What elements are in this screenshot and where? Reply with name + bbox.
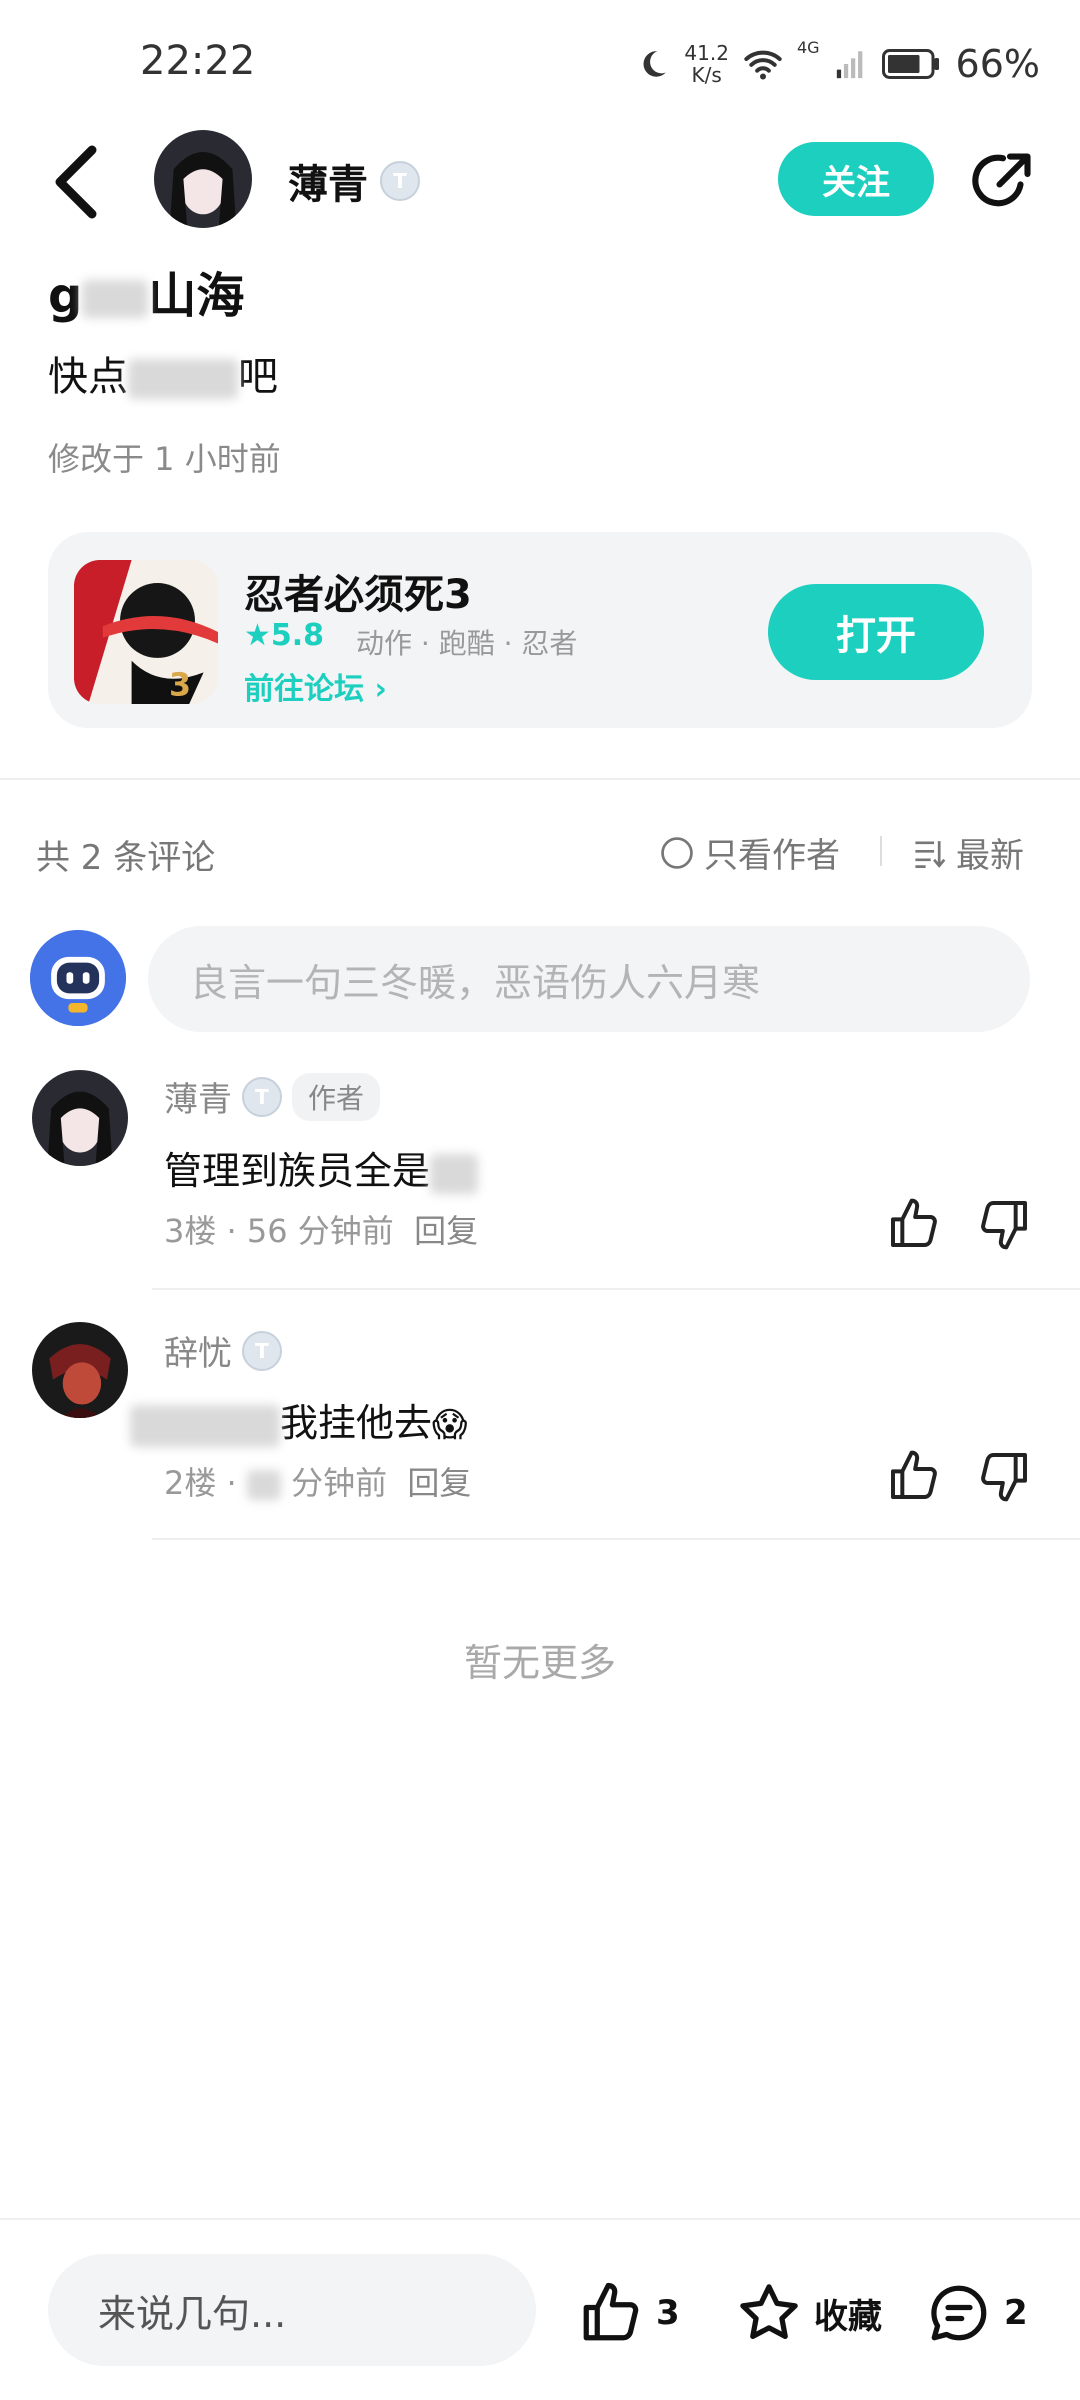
post-body: 快点吧 [48,354,278,400]
status-icons: 41.2 K/s 4G 66% [636,38,1040,90]
reply-button[interactable]: 回复 [414,1212,478,1250]
comment-author[interactable]: 辞忧 T [164,1326,282,1375]
chevron-right-icon: › [374,672,387,707]
share-icon[interactable] [968,146,1038,216]
wifi-icon [744,50,782,80]
game-name[interactable]: 忍者必须死3 [244,562,472,620]
battery-percent: 66% [955,42,1040,86]
post-modified-time: 修改于 1 小时前 [48,440,281,478]
comment-text: 管理到族员全是 [164,1140,479,1195]
moon-icon [643,51,667,77]
say-something-input[interactable]: 来说几句... [48,2254,536,2366]
svg-text:3: 3 [169,667,191,703]
reply-button[interactable]: 回复 [407,1464,471,1502]
status-time: 22:22 [140,38,256,84]
battery-icon [881,49,939,79]
sort-toggle[interactable]: 最新 [912,828,1024,877]
post-title: g 山海 [48,268,245,324]
comment-avatar[interactable] [32,1070,128,1166]
signal-type: 4G [796,38,820,57]
comment-text: 我挂他去😱 [130,1392,467,1447]
thumbs-down-icon[interactable] [976,1448,1032,1504]
comment-divider [152,1288,1080,1290]
comment-meta: 3楼 · 56 分钟前 回复 [164,1212,479,1250]
no-more-text: 暂无更多 [463,1641,616,1685]
author-avatar[interactable] [154,130,252,228]
thumbs-up-icon[interactable] [886,1448,942,1504]
thumbs-up-icon [583,2282,639,2341]
author-name[interactable]: 薄青 T [288,152,420,210]
like-button[interactable]: 3 [578,2280,680,2346]
bottom-bar-divider [0,2218,1080,2220]
comments-button[interactable]: 2 [926,2280,1028,2346]
thumbs-down-icon[interactable] [976,1196,1032,1252]
divider [880,836,882,866]
game-tags: 动作 · 跑酷 · 忍者 [356,627,578,660]
comment-avatar[interactable] [32,1322,128,1418]
star-icon: ★ [244,618,271,653]
comment-bubble-icon [931,2285,987,2341]
comment-count: 共 2 条评论 [36,838,216,878]
favorite-button[interactable]: 收藏 [736,2280,882,2346]
comment-divider [152,1538,1080,1540]
author-tag: 作者 [292,1072,381,1121]
level-badge-icon: T [242,1330,282,1371]
signal-icon [836,51,862,79]
section-divider [0,778,1080,780]
scared-emoji: 😱 [432,1405,468,1445]
star-outline-icon [740,2284,798,2339]
only-author-toggle[interactable]: 只看作者 [660,828,840,877]
open-game-button[interactable]: 打开 [768,584,984,680]
level-badge-icon: T [242,1076,282,1117]
my-avatar[interactable] [30,930,126,1026]
radio-circle-icon [661,836,693,869]
net-speed: 41.2 K/s [684,41,729,87]
game-score: ★5.8 [244,618,325,653]
comment-author[interactable]: 薄青 T 作者 [164,1072,381,1121]
back-arrow-icon[interactable] [48,142,108,222]
thumbs-up-icon[interactable] [886,1196,942,1252]
game-icon[interactable]: 3 [74,560,218,704]
forum-link[interactable]: 前往论坛 › [244,664,387,708]
follow-button[interactable]: 关注 [778,142,934,216]
comment-input[interactable]: 良言一句三冬暖，恶语伤人六月寒 [148,926,1030,1032]
comment-meta: 2楼 · 分钟前 回复 [164,1464,472,1502]
sort-icon [915,840,946,868]
level-badge-icon: T [380,161,420,201]
